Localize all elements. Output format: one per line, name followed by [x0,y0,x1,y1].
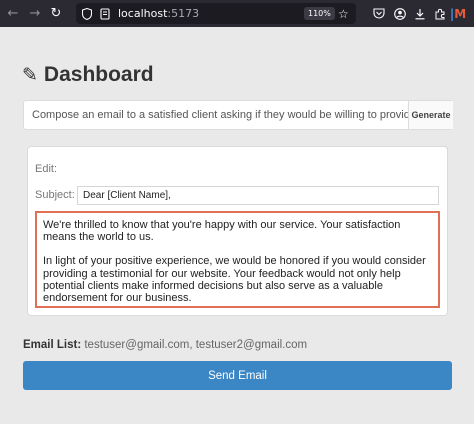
email-body-paragraph: In light of your positive experience, we… [43,255,426,305]
page-title-text: Dashboard [43,63,154,86]
url-text[interactable]: localhost:5173 [118,3,199,24]
email-body-paragraph: We're thrilled to know that you're happy… [43,219,401,244]
email-list-label: Email List: [23,339,82,351]
browser-toolbar: ← → ↻ localhost:5173 110% ☆ |M [0,0,474,27]
page-info-icon[interactable] [100,3,110,24]
reload-icon[interactable]: ↻ [49,0,63,27]
bookmark-star-icon[interactable]: ☆ [338,3,349,24]
back-arrow-icon[interactable]: ← [6,0,20,27]
pocket-icon[interactable] [372,0,386,27]
extension-icon[interactable]: |M [450,0,466,27]
edit-label: Edit: [35,163,58,175]
prompt-box: Compose an email to a satisfied client a… [23,100,453,130]
email-list-value: testuser@gmail.com, testuser2@gmail.com [84,339,308,351]
prompt-input[interactable]: Compose an email to a satisfied client a… [24,101,408,129]
pencil-icon: ✎ [22,64,38,86]
page-title: ✎ Dashboard [22,62,154,88]
download-icon[interactable] [413,0,427,27]
extensions-icon[interactable] [433,0,447,27]
send-email-button[interactable]: Send Email [23,361,452,390]
forward-arrow-icon[interactable]: → [28,0,42,27]
url-bar[interactable]: localhost:5173 110% ☆ [76,3,356,24]
shield-icon[interactable] [82,3,92,24]
subject-label: Subject: [35,189,75,201]
email-body-textarea[interactable]: We're thrilled to know that you're happy… [35,211,440,308]
subject-input[interactable]: Dear [Client Name], [77,186,439,205]
email-list: Email List: testuser@gmail.com, testuser… [23,339,307,351]
account-icon[interactable] [393,0,407,27]
zoom-badge[interactable]: 110% [304,7,335,20]
generate-button[interactable]: Generate [408,101,453,129]
